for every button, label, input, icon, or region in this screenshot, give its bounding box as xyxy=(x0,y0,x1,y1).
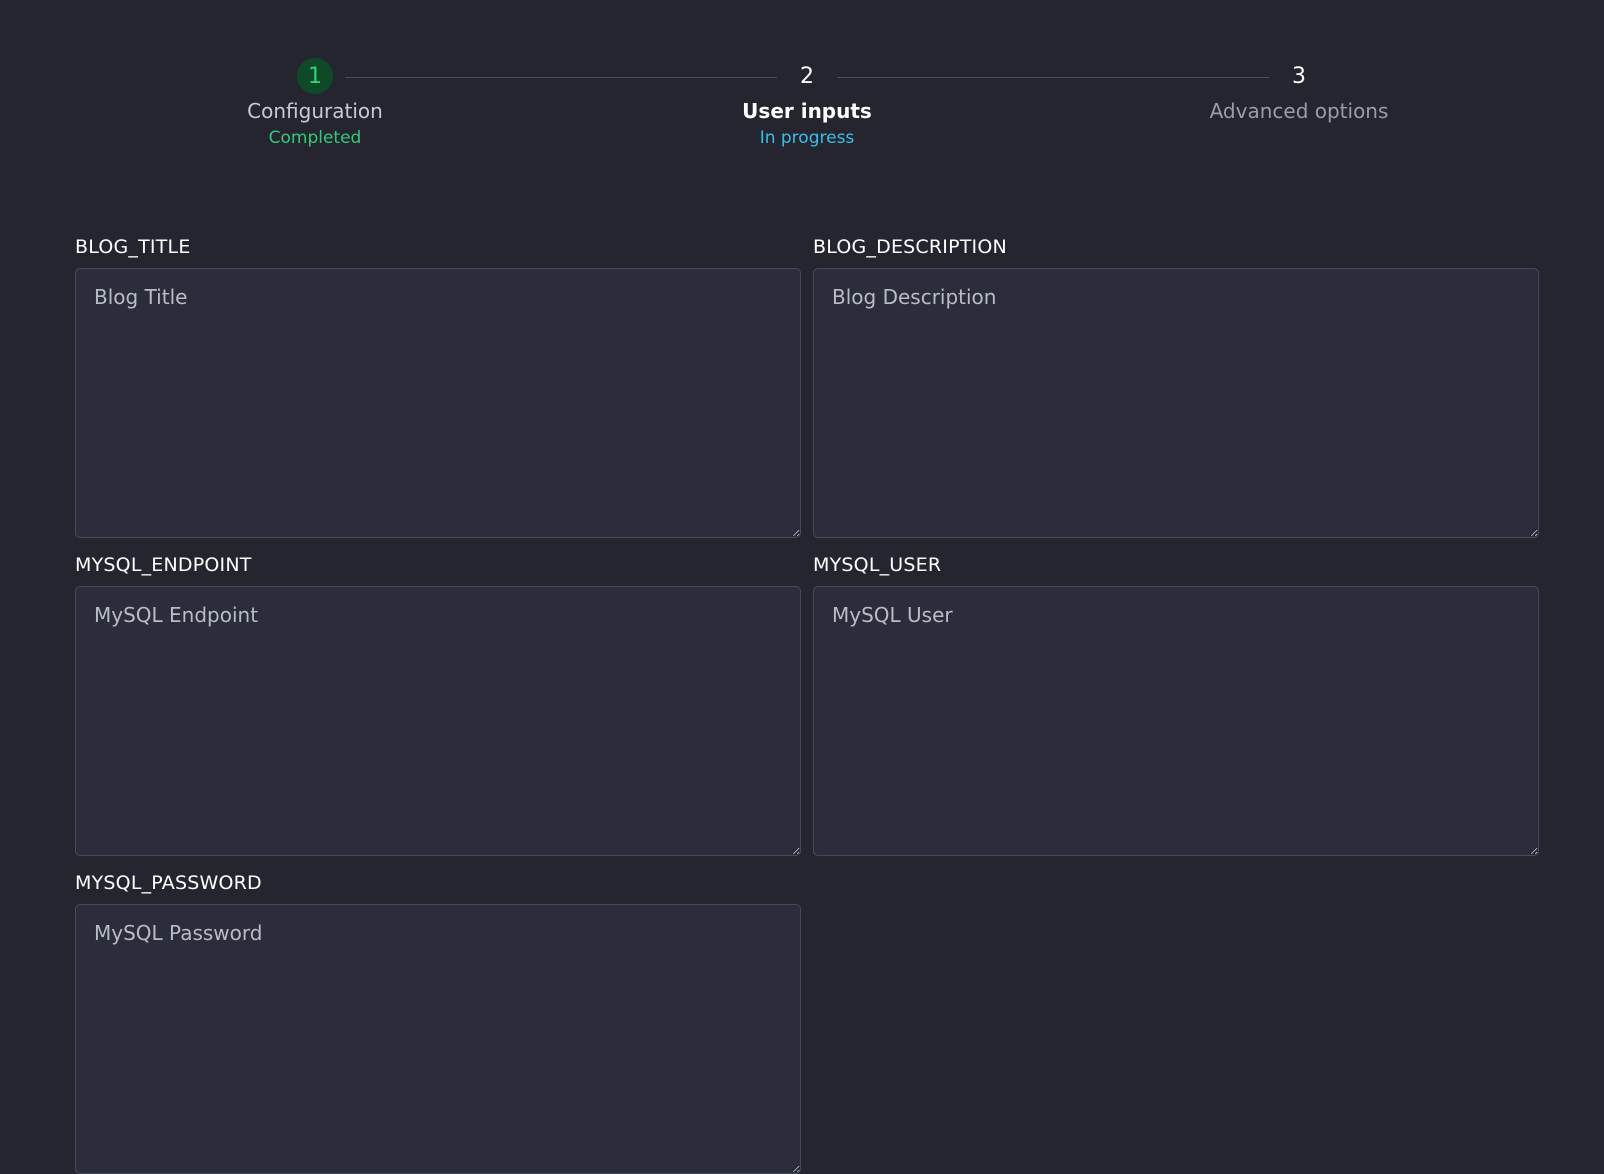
field-mysql-user: MYSQL_USER xyxy=(813,552,1539,856)
field-mysql-password: MYSQL_PASSWORD xyxy=(75,870,801,1174)
step-status-in-progress: In progress xyxy=(759,128,855,148)
field-blog-description: BLOG_DESCRIPTION xyxy=(813,234,1539,538)
step-title-advanced-options: Advanced options xyxy=(1209,99,1389,123)
step-advanced-options[interactable]: 3 Advanced options xyxy=(1139,58,1459,126)
step-title-user-inputs: User inputs xyxy=(742,99,872,123)
field-label-mysql-user: MYSQL_USER xyxy=(813,554,942,576)
mysql-user-input[interactable] xyxy=(813,586,1539,856)
field-label-blog-title: BLOG_TITLE xyxy=(75,236,191,258)
step-status-completed: Completed xyxy=(268,128,362,148)
step-configuration[interactable]: 1 Configuration Completed xyxy=(155,58,475,150)
field-blog-title: BLOG_TITLE xyxy=(75,234,801,538)
progress-stepper: 1 Configuration Completed 2 User inputs … xyxy=(75,58,1539,158)
mysql-password-input[interactable] xyxy=(75,904,801,1174)
step-number-2: 2 xyxy=(789,58,825,94)
step-title-configuration: Configuration xyxy=(247,99,383,123)
field-label-mysql-password: MYSQL_PASSWORD xyxy=(75,872,262,894)
blog-description-input[interactable] xyxy=(813,268,1539,538)
field-mysql-endpoint: MYSQL_ENDPOINT xyxy=(75,552,801,856)
step-number-3: 3 xyxy=(1281,58,1317,94)
mysql-endpoint-input[interactable] xyxy=(75,586,801,856)
blog-title-input[interactable] xyxy=(75,268,801,538)
step-number-1: 1 xyxy=(297,58,333,94)
step-user-inputs[interactable]: 2 User inputs In progress xyxy=(647,58,967,150)
field-label-blog-description: BLOG_DESCRIPTION xyxy=(813,236,1007,258)
field-label-mysql-endpoint: MYSQL_ENDPOINT xyxy=(75,554,252,576)
